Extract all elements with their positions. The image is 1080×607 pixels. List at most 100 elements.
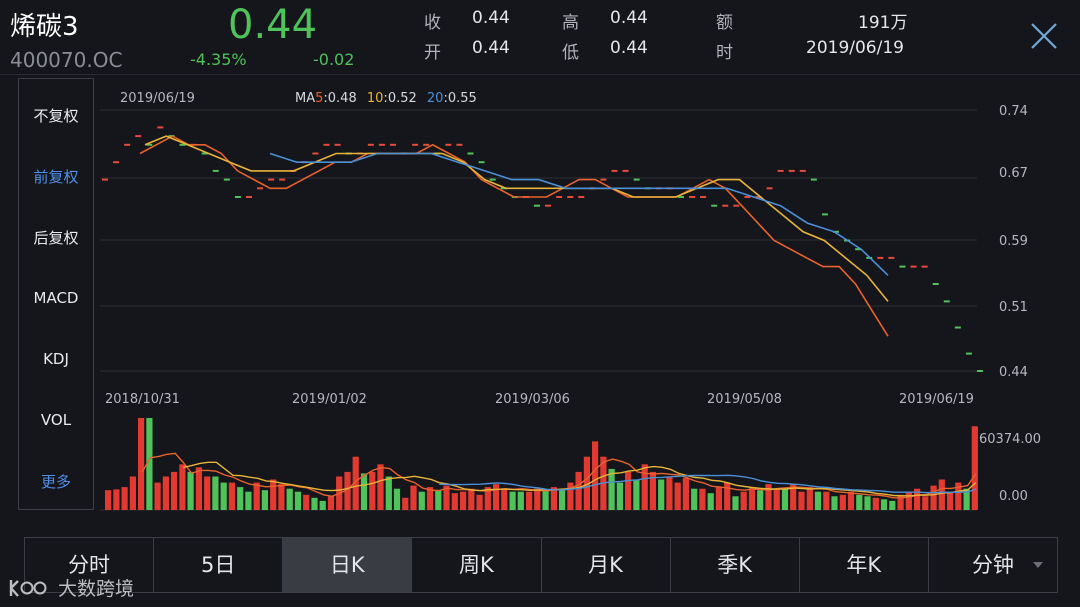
volume-bar [971, 426, 978, 510]
menu-item-kdj[interactable]: KDJ [19, 350, 93, 368]
volume-bar [880, 499, 888, 510]
tab-daily-k[interactable]: 日K [283, 538, 413, 592]
volume-bar [476, 494, 483, 510]
volume-bar [237, 487, 244, 510]
y-tick-label: 0.67 [999, 166, 1028, 181]
chart-grid [100, 109, 977, 511]
volume-bar [724, 482, 731, 510]
volume-bar [748, 487, 756, 510]
volume-bar [658, 479, 665, 510]
volume-bar [592, 441, 599, 510]
menu-item-more[interactable]: 更多 [19, 471, 93, 492]
volume-bar [517, 491, 524, 510]
volume-bar [393, 488, 401, 510]
menu-item-macd[interactable]: MACD [19, 289, 93, 307]
volume-bar [311, 497, 318, 510]
tab-monthly-k-label: 月K [588, 553, 623, 577]
volume-bar [534, 488, 541, 510]
volume-bar [138, 418, 145, 510]
tab-monthly-k[interactable]: 月K [542, 538, 671, 592]
volume-bar [460, 491, 467, 510]
ma-legend: MA5:0.48 10:0.52 20:0.55 [295, 91, 477, 106]
stat-high-label: 高 [562, 13, 579, 33]
tab-weekly-k[interactable]: 周K [412, 538, 542, 592]
ma20-line [269, 152, 889, 276]
volume-bar [806, 487, 813, 510]
volume-bar [385, 476, 392, 510]
volume-bar [493, 484, 500, 510]
volume-bar [732, 496, 739, 510]
x-tick-label: 2019/03/06 [495, 392, 570, 407]
tab-quarterly-k[interactable]: 季K [671, 538, 800, 592]
volume-bar [823, 491, 830, 510]
y-tick-label: 0.44 [999, 365, 1028, 380]
x-tick-label: 2019/06/19 [899, 392, 974, 407]
volume-bar [616, 482, 623, 510]
volume-bar [839, 494, 846, 510]
volume-bar [327, 496, 335, 510]
tab-quarterly-k-label: 季K [717, 553, 753, 577]
ma20-value: 0.55 [448, 91, 477, 106]
close-button[interactable] [1026, 18, 1062, 54]
tab-5day[interactable]: 5日 [154, 538, 284, 592]
volume-bar [625, 471, 632, 510]
volume-bar [872, 497, 879, 510]
stat-low-value: 0.44 [610, 38, 648, 58]
volume-bar [113, 489, 120, 510]
volume-bar [781, 488, 789, 510]
volume-bar [666, 476, 673, 510]
volume-bars [105, 418, 978, 510]
volume-bar [575, 471, 582, 510]
volume-bar [179, 464, 186, 510]
y-tick-label: 0.59 [999, 234, 1028, 249]
volume-bar [253, 482, 260, 510]
volume-bar [847, 491, 855, 510]
volume-bar [369, 471, 376, 510]
volume-zero-label: 0.00 [999, 489, 1028, 504]
volume-bar [922, 496, 929, 510]
x-axis-ticks: 2018/10/31 2019/01/02 2019/03/06 2019/05/08… [105, 392, 974, 407]
volume-bar [410, 485, 417, 510]
volume-bar [814, 491, 822, 510]
volume-bar [228, 482, 235, 510]
stat-close-value: 0.44 [472, 8, 510, 28]
volume-bar [691, 488, 698, 510]
volume-bar [286, 488, 293, 510]
volume-bar [212, 476, 219, 510]
ma10-period: 10 [367, 91, 384, 106]
volume-bar [559, 490, 566, 510]
volume-bar [171, 471, 178, 510]
volume-bar [261, 490, 268, 510]
menu-item-backward-adjusted[interactable]: 后复权 [19, 227, 93, 248]
ma5-value: 0.48 [328, 91, 357, 106]
watermark-text: 大数跨境 [58, 578, 135, 600]
volume-bar [715, 487, 722, 510]
side-menu: 不复权 前复权 后复权 MACD KDJ VOL 更多 [18, 78, 94, 510]
watermark: 大数跨境 [8, 574, 134, 601]
volume-bar [245, 491, 252, 510]
tab-minute[interactable]: 分钟 [929, 538, 1057, 592]
period-tab-bar: 分时 5日 日K 周K 月K 季K 年K 分钟 [24, 537, 1058, 593]
volume-bar [674, 482, 681, 510]
tab-5day-label: 5日 [201, 553, 236, 577]
stat-open-value: 0.44 [472, 38, 510, 58]
menu-item-vol[interactable]: VOL [19, 411, 93, 429]
stat-high-value: 0.44 [610, 8, 648, 28]
volume-bar [501, 488, 508, 510]
ma5-name: MA [295, 91, 315, 106]
kline-chart[interactable]: 2019/06/19 MA5:0.48 10:0.52 20:0.55 0.74… [95, 78, 1080, 518]
volume-bar [831, 496, 838, 510]
volume-bar [121, 487, 128, 510]
y-tick-label: 0.51 [999, 300, 1028, 315]
volume-bar [303, 494, 310, 510]
menu-item-forward-adjusted[interactable]: 前复权 [19, 166, 93, 187]
volume-bar [856, 494, 863, 510]
menu-item-unadjusted[interactable]: 不复权 [19, 105, 93, 126]
volume-bar [129, 476, 136, 510]
ma10-value: 0.52 [388, 91, 417, 106]
volume-bar [204, 476, 211, 510]
tab-yearly-k[interactable]: 年K [800, 538, 929, 592]
x-tick-label: 2019/01/02 [292, 392, 367, 407]
volume-bar [889, 500, 896, 510]
volume-bar [360, 473, 368, 510]
